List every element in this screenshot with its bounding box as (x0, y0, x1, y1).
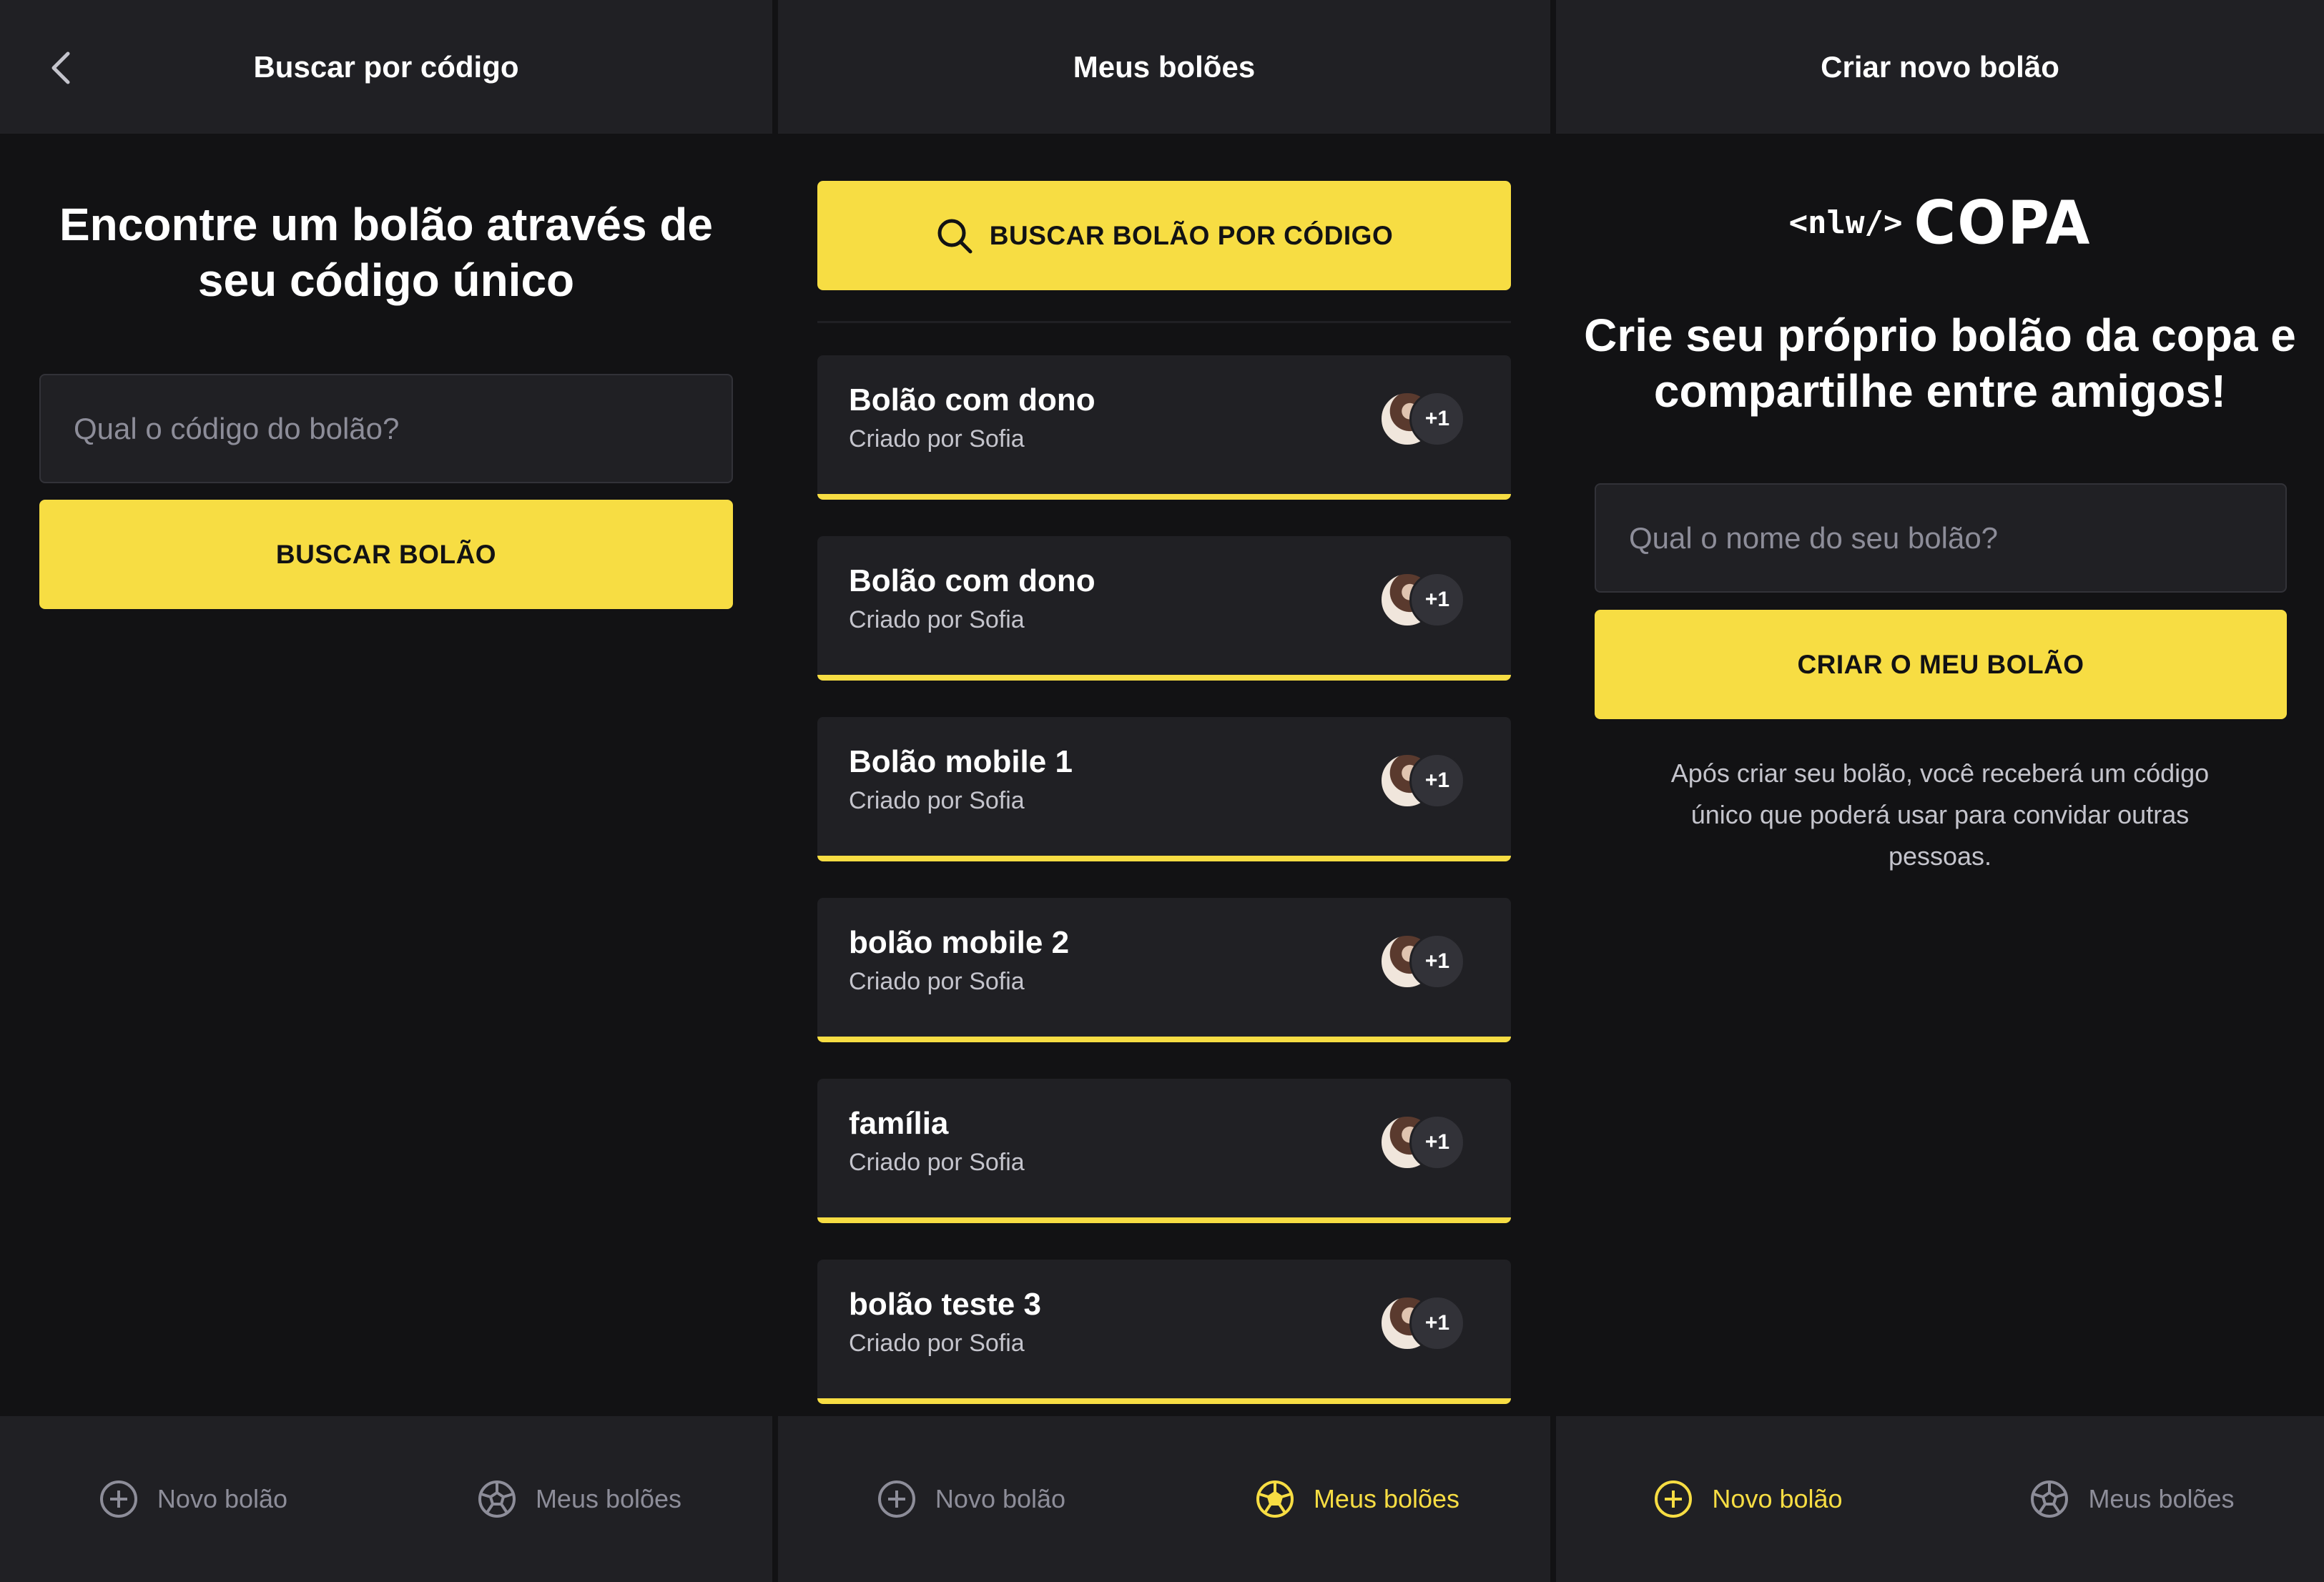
tab-my-pools[interactable]: Meus bolões (1940, 1479, 2324, 1519)
pool-name-input[interactable]: Qual o nome do seu bolão? (1595, 483, 2287, 593)
participants-badge: +1 (1409, 391, 1465, 447)
tab-my-pools-label: Meus bolões (2088, 1484, 2235, 1513)
pool-owner: Criado por Sofia (849, 425, 1025, 453)
tab-new-pool-label: Novo bolão (935, 1484, 1066, 1513)
page-title: Buscar por código (253, 49, 519, 84)
participants-badge: +1 (1409, 934, 1465, 989)
nlw-copa-logo: <nlw/> COPA (1556, 187, 2324, 258)
pool-card[interactable]: família Criado por Sofia +1 (817, 1079, 1511, 1223)
pool-name: bolão teste 3 (849, 1287, 1041, 1322)
my-pools-screen: Meus bolões BUSCAR BOLÃO POR CÓDIGO Bolã… (778, 0, 1550, 1582)
tab-my-pools[interactable]: Meus bolões (1164, 1479, 1550, 1519)
tab-new-pool[interactable]: Novo bolão (0, 1479, 386, 1519)
search-pool-button[interactable]: BUSCAR BOLÃO (39, 500, 733, 609)
search-by-code-button[interactable]: BUSCAR BOLÃO POR CÓDIGO (817, 181, 1511, 290)
create-info-text: Após criar seu bolão, você receberá um c… (1670, 758, 2210, 871)
pool-name: Bolão com dono (849, 382, 1095, 417)
plus-circle-icon (1655, 1480, 1693, 1518)
pool-owner: Criado por Sofia (849, 1330, 1025, 1357)
search-heading: Encontre um bolão através de seu código … (59, 199, 714, 306)
pool-owner: Criado por Sofia (849, 1149, 1025, 1176)
pool-owner: Criado por Sofia (849, 968, 1025, 995)
header: Buscar por código (0, 0, 772, 134)
search-icon (937, 219, 973, 253)
page-title: Criar novo bolão (1821, 49, 2059, 84)
tab-my-pools[interactable]: Meus bolões (386, 1479, 772, 1519)
tab-my-pools-label: Meus bolões (535, 1484, 682, 1513)
create-pool-button[interactable]: CRIAR O MEU BOLÃO (1595, 610, 2287, 719)
pool-owner: Criado por Sofia (849, 787, 1025, 814)
logo-tag: <nlw/> (1788, 204, 1903, 241)
participants-badge: +1 (1409, 1295, 1465, 1351)
chevron-left-icon (51, 51, 70, 84)
back-button[interactable] (43, 50, 79, 86)
soccer-ball-icon (478, 1480, 516, 1518)
plus-circle-icon (877, 1480, 915, 1518)
pool-code-placeholder: Qual o código do bolão? (74, 411, 400, 445)
create-pool-button-label: CRIAR O MEU BOLÃO (1797, 649, 2084, 679)
pool-card[interactable]: Bolão mobile 1 Criado por Sofia +1 (817, 717, 1511, 861)
participants-badge: +1 (1409, 1114, 1465, 1170)
bottom-tab-bar: Novo bolão Meus bolões (0, 1416, 772, 1582)
page-title: Meus bolões (1073, 49, 1256, 84)
tab-new-pool[interactable]: Novo bolão (778, 1479, 1164, 1519)
tab-new-pool-label: Novo bolão (1712, 1484, 1843, 1513)
soccer-ball-icon (1256, 1480, 1294, 1518)
pool-card[interactable]: Bolão com dono Criado por Sofia +1 (817, 355, 1511, 500)
bottom-tab-bar: Novo bolão Meus bolões (1556, 1416, 2324, 1582)
pool-name: Bolão mobile 1 (849, 744, 1073, 779)
search-by-code-screen: Buscar por código Encontre um bolão atra… (0, 0, 772, 1582)
pool-card[interactable]: Bolão com dono Criado por Sofia +1 (817, 536, 1511, 681)
pool-owner: Criado por Sofia (849, 606, 1025, 633)
participants-badge: +1 (1409, 753, 1465, 809)
pool-card[interactable]: bolão mobile 2 Criado por Sofia +1 (817, 898, 1511, 1042)
divider (817, 321, 1511, 323)
header: Criar novo bolão (1556, 0, 2324, 134)
pool-code-input[interactable]: Qual o código do bolão? (39, 374, 733, 483)
tab-my-pools-label: Meus bolões (1313, 1484, 1460, 1513)
plus-circle-icon (99, 1480, 137, 1518)
create-heading: Crie seu próprio bolão da copa e compart… (1584, 310, 2296, 417)
tab-new-pool-label: Novo bolão (157, 1484, 288, 1513)
pool-card[interactable]: bolão teste 3 Criado por Sofia +1 (817, 1260, 1511, 1404)
logo-word: COPA (1914, 187, 2092, 258)
pool-name: família (849, 1106, 949, 1141)
search-pool-button-label: BUSCAR BOLÃO (275, 539, 497, 569)
search-by-code-button-label: BUSCAR BOLÃO POR CÓDIGO (989, 220, 1394, 250)
pool-name: bolão mobile 2 (849, 925, 1070, 960)
tab-new-pool[interactable]: Novo bolão (1556, 1479, 1940, 1519)
pool-name-placeholder: Qual o nome do seu bolão? (1629, 520, 1999, 555)
soccer-ball-icon (2031, 1480, 2069, 1518)
participants-badge: +1 (1409, 572, 1465, 628)
create-pool-screen: Criar novo bolão <nlw/> COPA Crie seu pr… (1556, 0, 2324, 1582)
header: Meus bolões (778, 0, 1550, 134)
pool-name: Bolão com dono (849, 563, 1095, 598)
bottom-tab-bar: Novo bolão Meus bolões (778, 1416, 1550, 1582)
